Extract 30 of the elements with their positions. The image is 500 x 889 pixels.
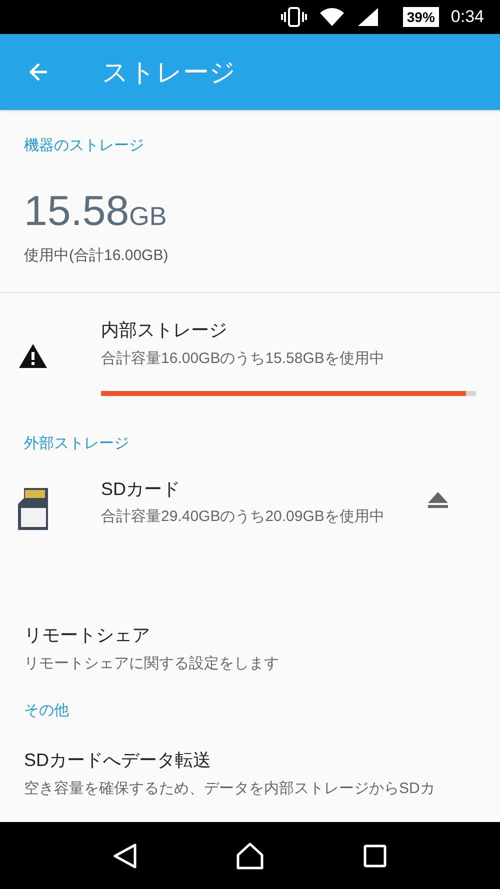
eject-icon xyxy=(428,492,448,508)
remote-share-item[interactable]: リモートシェア リモートシェアに関する設定をします xyxy=(0,622,500,675)
warning-icon xyxy=(18,343,48,370)
used-amount: 15.58 xyxy=(24,190,130,232)
item-title: SDカード xyxy=(101,478,182,500)
section-header: 機器のストレージ xyxy=(24,137,144,154)
used-unit: GB xyxy=(129,203,167,229)
item-summary: リモートシェアに関する設定をします xyxy=(24,654,280,674)
item-title: 内部ストレージ xyxy=(101,319,228,342)
back-icon[interactable] xyxy=(113,842,137,868)
wifi-icon xyxy=(318,7,345,27)
sd-card-icon xyxy=(16,488,50,530)
sd-card-item[interactable]: SDカード 合計容量29.40GBのうち20.09GBを使用中 xyxy=(0,468,500,530)
home-icon[interactable] xyxy=(235,842,265,870)
clock: 0:34 xyxy=(450,6,484,28)
screen-title: ストレージ xyxy=(102,56,236,88)
section-header: その他 xyxy=(24,702,69,719)
item-summary: 合計容量29.40GBのうち20.09GBを使用中 xyxy=(101,506,386,526)
signal-icon xyxy=(356,7,379,27)
used-caption: 使用中(合計16.00GB) xyxy=(24,247,168,264)
item-summary: 合計容量16.00GBのうち15.58GBを使用中 xyxy=(101,349,386,369)
item-summary: 空き容量を確保するため、データを内部ストレージからSDカ xyxy=(24,779,436,799)
section-header: 外部ストレージ xyxy=(24,434,129,452)
item-title: リモートシェア xyxy=(24,624,151,646)
recents-icon[interactable] xyxy=(363,844,387,868)
item-title: SDカードへデータ転送 xyxy=(24,749,212,772)
internal-storage-item[interactable]: 内部ストレージ 合計容量16.00GBのうち15.58GBを使用中 xyxy=(0,293,500,408)
vibrate-icon xyxy=(280,7,307,27)
battery-indicator: 39% xyxy=(402,7,439,27)
data-transfer-item[interactable]: SDカードへデータ転送 空き容量を確保するため、データを内部ストレージからSDカ xyxy=(0,735,500,800)
